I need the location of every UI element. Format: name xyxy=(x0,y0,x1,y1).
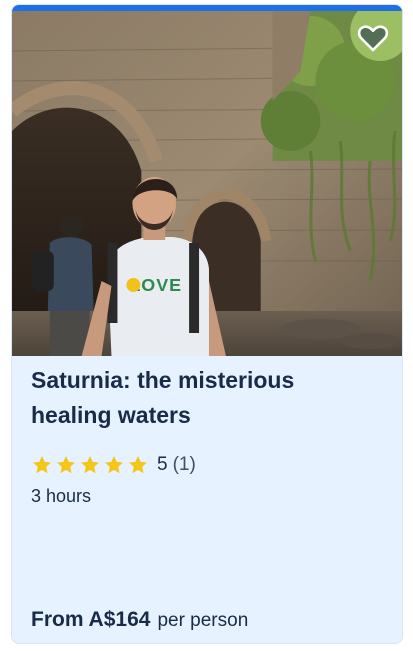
star-icon xyxy=(129,456,147,474)
heart-outline-icon xyxy=(357,25,389,52)
wishlist-button[interactable] xyxy=(356,21,390,55)
price-row: From A$164 per person xyxy=(31,608,248,632)
star-icon xyxy=(33,456,51,474)
star-icon xyxy=(57,456,75,474)
activity-duration: 3 hours xyxy=(31,486,92,506)
price-unit: per person xyxy=(157,610,249,631)
rating-row: 5 (1) xyxy=(31,452,196,478)
activity-photo[interactable]: LOVE xyxy=(12,11,402,356)
activity-card[interactable]: LOVE Saturnia: the misterious healing wa… xyxy=(11,4,403,644)
activity-title[interactable]: Saturnia: the misterious healing waters xyxy=(31,363,371,433)
activity-photo-image: LOVE xyxy=(12,11,402,356)
star-icon xyxy=(81,456,99,474)
rating-value: 5 xyxy=(157,454,168,475)
rating-stars xyxy=(31,454,149,476)
star-icon xyxy=(105,456,123,474)
review-count: (1) xyxy=(172,454,196,475)
price-amount: From A$164 xyxy=(31,608,151,631)
